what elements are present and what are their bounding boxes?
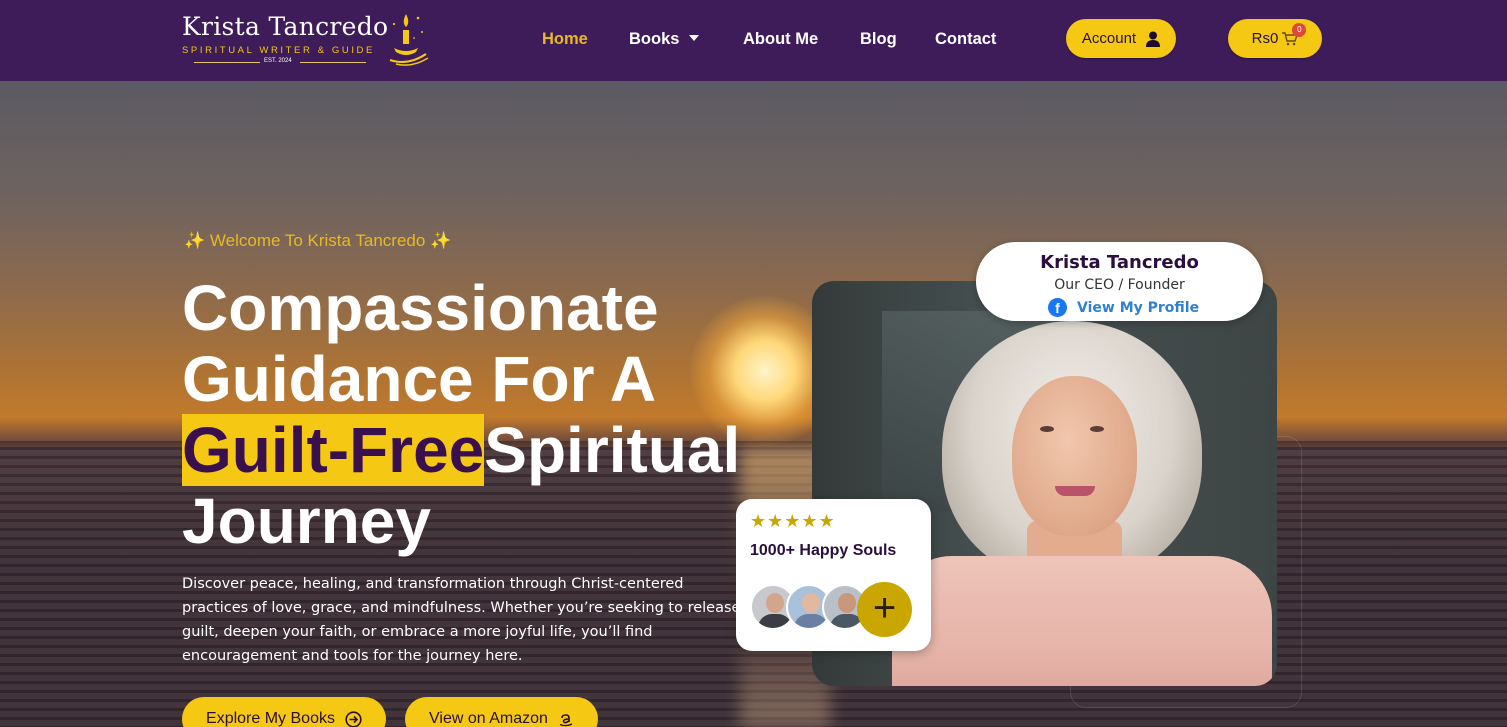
headline-line-3: Guilt-FreeSpiritual xyxy=(182,414,782,486)
happy-souls-label: 1000+ Happy Souls xyxy=(750,542,897,559)
chevron-down-icon xyxy=(689,34,700,41)
founder-name: Krista Tancredo xyxy=(1040,252,1199,273)
nav-contact[interactable]: Contact xyxy=(935,30,996,49)
logo[interactable]: Krista Tancredo SPIRITUAL WRITER & GUIDE… xyxy=(180,8,430,74)
logo-divider-left xyxy=(194,62,260,63)
account-button[interactable]: Account xyxy=(1066,19,1176,58)
view-on-amazon-button[interactable]: View on Amazon xyxy=(405,697,598,727)
view-on-amazon-label: View on Amazon xyxy=(429,710,548,727)
headline-line-1: Compassionate xyxy=(182,272,659,344)
hero-headline: Compassionate Guidance For A Guilt-FreeS… xyxy=(182,273,782,557)
cart-total: Rs0 xyxy=(1251,30,1279,47)
logo-name: Krista Tancredo xyxy=(182,12,389,41)
account-label: Account xyxy=(1081,30,1137,47)
portrait-smile xyxy=(1055,486,1095,496)
explore-books-button[interactable]: Explore My Books xyxy=(182,697,386,727)
welcome-text: ✨ Welcome To Krista Tancredo ✨ xyxy=(184,231,452,250)
headline-highlight: Guilt-Free xyxy=(182,414,485,486)
portrait-eye-left xyxy=(1040,426,1054,432)
hero-description: Discover peace, healing, and transformat… xyxy=(182,576,741,664)
facebook-icon: f xyxy=(1048,298,1067,317)
cart-count-badge: 0 xyxy=(1292,22,1307,37)
site-header: Krista Tancredo SPIRITUAL WRITER & GUIDE… xyxy=(0,0,1507,81)
user-icon xyxy=(1146,31,1161,47)
nav-books[interactable]: Books xyxy=(629,30,700,49)
arrow-circle-right-icon xyxy=(345,710,362,727)
portrait-face xyxy=(1012,376,1137,536)
star-rating-icon: ★★★★★ xyxy=(750,511,836,531)
headline-line-4: Journey xyxy=(182,485,431,557)
portrait-eye-right xyxy=(1090,426,1104,432)
founder-role: Our CEO / Founder xyxy=(1054,277,1185,293)
nav-about-me[interactable]: About Me xyxy=(743,30,818,49)
view-profile-label: View My Profile xyxy=(1077,299,1200,316)
explore-books-label: Explore My Books xyxy=(206,710,335,727)
view-profile-link[interactable]: f View My Profile xyxy=(1048,298,1199,317)
nav-home[interactable]: Home xyxy=(542,30,588,49)
hero-section: ✨ Welcome To Krista Tancredo ✨ Compassio… xyxy=(0,81,1507,727)
headline-line-3-rest: Spiritual xyxy=(484,414,741,486)
logo-divider-right xyxy=(300,62,366,63)
plus-icon[interactable]: + xyxy=(857,582,912,637)
nav-books-label: Books xyxy=(629,30,680,48)
headline-line-2: Guidance For A xyxy=(182,343,657,415)
founder-profile-card: Krista Tancredo Our CEO / Founder f View… xyxy=(976,242,1263,321)
logo-tagline: SPIRITUAL WRITER & GUIDE xyxy=(182,45,375,56)
portrait-blouse xyxy=(892,556,1272,686)
logo-established: EST. 2024 xyxy=(264,58,292,64)
nav-blog[interactable]: Blog xyxy=(860,30,897,49)
cart-button[interactable]: Rs0 0 xyxy=(1228,19,1322,58)
amazon-icon xyxy=(559,714,573,727)
happy-souls-card: ★★★★★ 1000+ Happy Souls + xyxy=(736,499,931,651)
candle-logo-icon xyxy=(389,14,429,66)
